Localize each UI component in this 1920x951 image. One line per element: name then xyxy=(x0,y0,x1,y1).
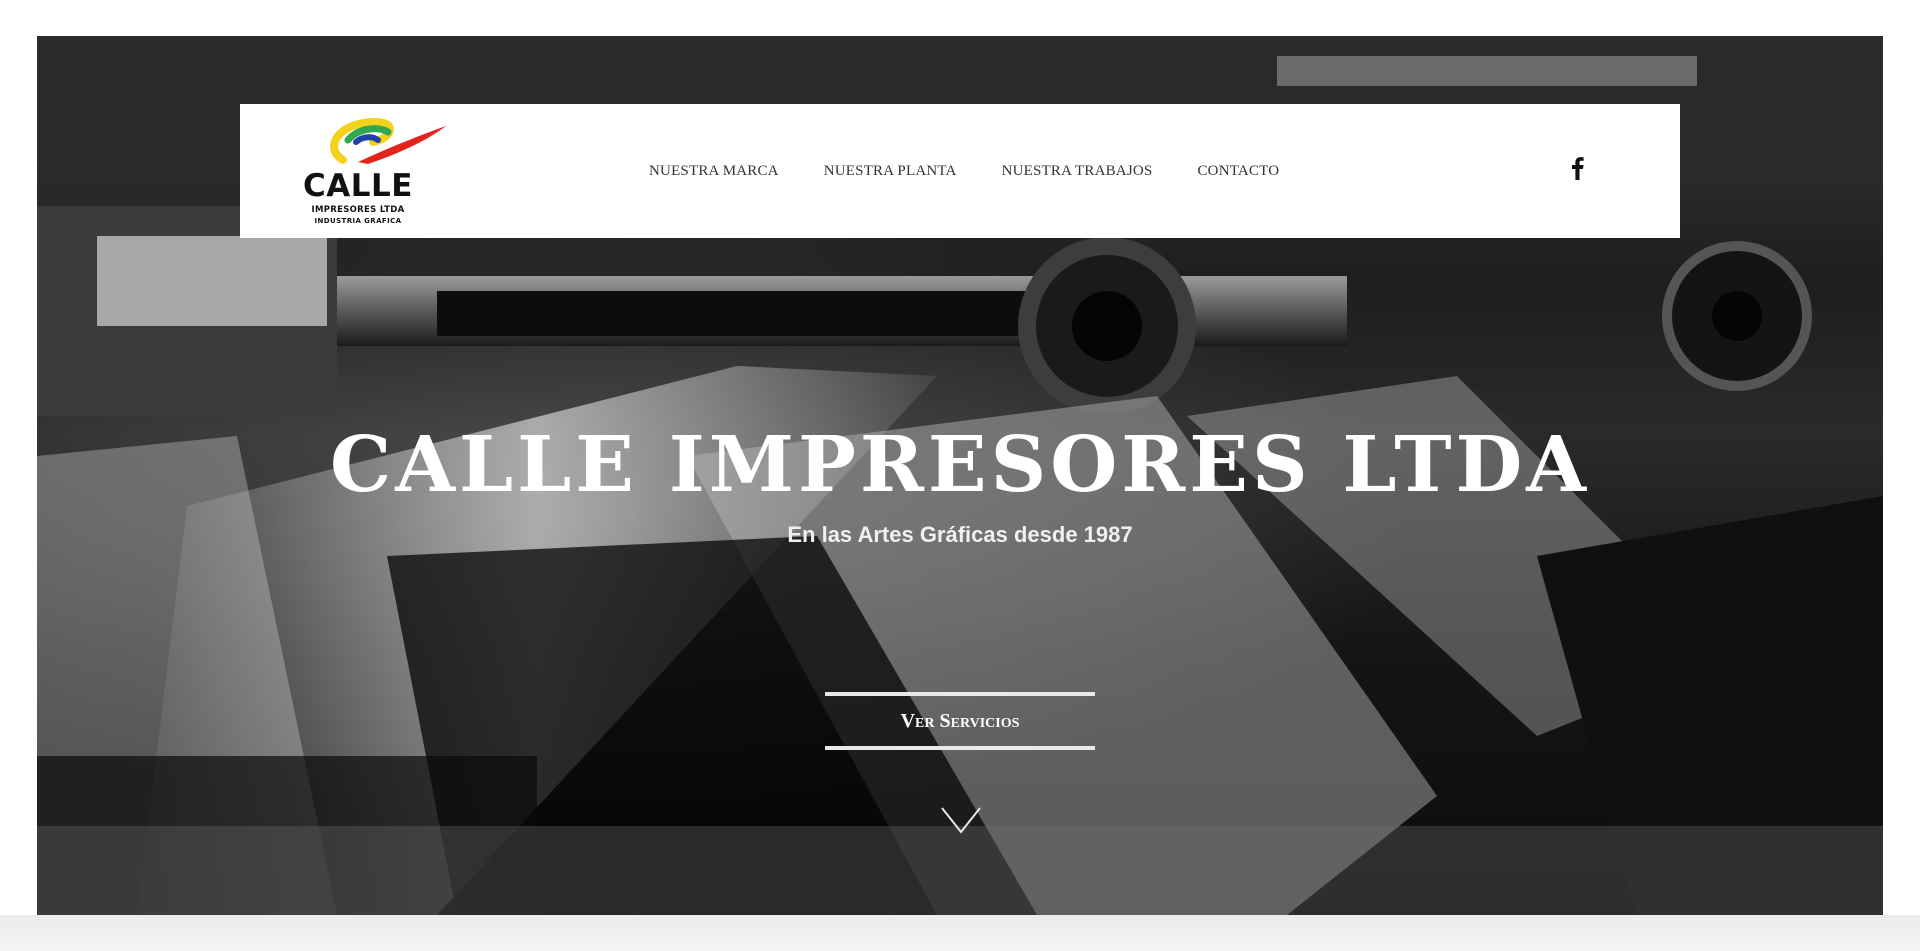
hero-subtitle: En las Artes Gráficas desde 1987 xyxy=(787,522,1133,547)
nav-item-nuestra-trabajos[interactable]: NUESTRA TRABAJOS xyxy=(1002,163,1153,180)
hero-title: CALLE IMPRESORES LTDA xyxy=(329,420,1591,510)
chevron-down-icon[interactable] xyxy=(940,805,982,835)
logo[interactable]: CALLE IMPRESORES LTDA INDUSTRIA GRAFICA xyxy=(298,118,448,226)
facebook-icon[interactable] xyxy=(1564,154,1592,182)
logo-tagline: IMPRESORES LTDA xyxy=(311,205,405,215)
page-bottom-strip xyxy=(0,915,1920,951)
nav-item-nuestra-planta[interactable]: NUESTRA PLANTA xyxy=(824,163,957,180)
page: CALLE IMPRESORES LTDA INDUSTRIA GRAFICA … xyxy=(0,0,1920,951)
logo-wordmark: CALLE xyxy=(303,168,413,204)
ver-servicios-button[interactable]: Ver Servicios xyxy=(825,692,1095,750)
nav-item-contacto[interactable]: CONTACTO xyxy=(1197,163,1279,180)
nav-item-nuestra-marca[interactable]: NUESTRA MARCA xyxy=(649,163,779,180)
main-nav: NUESTRA MARCA NUESTRA PLANTA NUESTRA TRA… xyxy=(649,104,1279,238)
logo-subtagline: INDUSTRIA GRAFICA xyxy=(314,217,402,225)
site-header: CALLE IMPRESORES LTDA INDUSTRIA GRAFICA … xyxy=(240,104,1680,238)
logo-swirl-icon xyxy=(330,118,446,164)
